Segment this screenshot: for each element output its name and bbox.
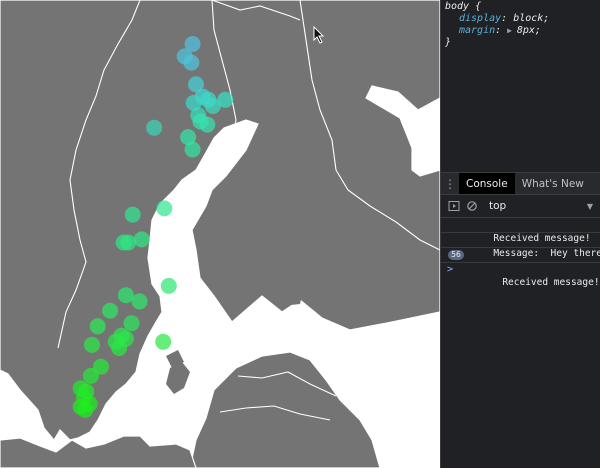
map-point[interactable] bbox=[111, 340, 128, 356]
css-property-value: block; bbox=[513, 13, 550, 24]
map-point[interactable] bbox=[204, 98, 221, 114]
css-rule-close: } bbox=[445, 37, 452, 48]
mouse-cursor-icon bbox=[313, 26, 325, 44]
css-property-margin[interactable]: margin: ▶ 8px; bbox=[445, 25, 596, 37]
css-property-name: display bbox=[459, 13, 502, 24]
map-panel[interactable] bbox=[0, 0, 440, 468]
land-layer bbox=[0, 0, 440, 468]
scandinavia-map[interactable] bbox=[0, 0, 440, 468]
css-property-name: margin bbox=[459, 25, 496, 36]
map-point[interactable] bbox=[102, 302, 119, 319]
console-message[interactable]: Received message! bbox=[441, 218, 600, 244]
clear-console-icon[interactable] bbox=[463, 197, 481, 215]
css-rule-selector: body { bbox=[445, 1, 482, 12]
map-point[interactable] bbox=[183, 54, 200, 71]
map-point[interactable] bbox=[124, 206, 141, 223]
map-point[interactable] bbox=[77, 402, 94, 418]
repeat-count-badge: 56 bbox=[448, 250, 464, 260]
tab-console[interactable]: Console bbox=[459, 173, 515, 194]
console-message-text: Received message! bbox=[502, 277, 600, 288]
styles-pane: body { display: block; margin: ▶ 8px; } bbox=[441, 0, 600, 173]
console-messages: Received message! Message: Hey there! 56… bbox=[441, 218, 600, 288]
console-toolbar: top ▼ bbox=[441, 195, 600, 218]
map-point[interactable] bbox=[155, 333, 172, 350]
css-property-display[interactable]: display: block; bbox=[445, 13, 596, 25]
land-gotland bbox=[166, 362, 190, 394]
land-baltic bbox=[189, 351, 381, 468]
console-message[interactable]: Message: Hey there! bbox=[441, 233, 600, 259]
execution-context-value: top bbox=[489, 200, 507, 212]
map-point[interactable] bbox=[117, 287, 134, 304]
map-point[interactable] bbox=[156, 200, 173, 217]
map-point[interactable] bbox=[89, 318, 106, 335]
devtools-panel: body { display: block; margin: ▶ 8px; } … bbox=[440, 0, 600, 468]
show-sidebar-icon[interactable] bbox=[445, 197, 463, 215]
css-property-value: 8px; bbox=[516, 25, 541, 36]
tab-whats-new[interactable]: What's New bbox=[515, 173, 591, 194]
land-scandinavia bbox=[0, 0, 440, 442]
prompt-chevron-icon: > bbox=[447, 264, 454, 275]
map-point[interactable] bbox=[131, 293, 148, 310]
land-denmark bbox=[0, 435, 197, 468]
map-point[interactable] bbox=[160, 277, 177, 294]
map-point[interactable] bbox=[184, 141, 201, 158]
drawer-tab-bar: ⋮ Console What's New bbox=[441, 173, 600, 195]
dropdown-arrow-icon: ▼ bbox=[586, 201, 593, 211]
map-point[interactable] bbox=[120, 234, 137, 251]
map-point[interactable] bbox=[123, 315, 140, 332]
map-point[interactable] bbox=[82, 367, 99, 384]
map-point[interactable] bbox=[146, 119, 163, 136]
expand-triangle-icon[interactable]: ▶ bbox=[507, 26, 517, 35]
map-point[interactable] bbox=[199, 116, 216, 133]
map-point[interactable] bbox=[133, 231, 150, 248]
console-message[interactable]: 56 Received message! bbox=[441, 248, 600, 288]
map-point[interactable] bbox=[84, 336, 100, 353]
execution-context-select[interactable]: top ▼ bbox=[487, 200, 595, 212]
drawer-menu-icon[interactable]: ⋮ bbox=[441, 173, 459, 194]
